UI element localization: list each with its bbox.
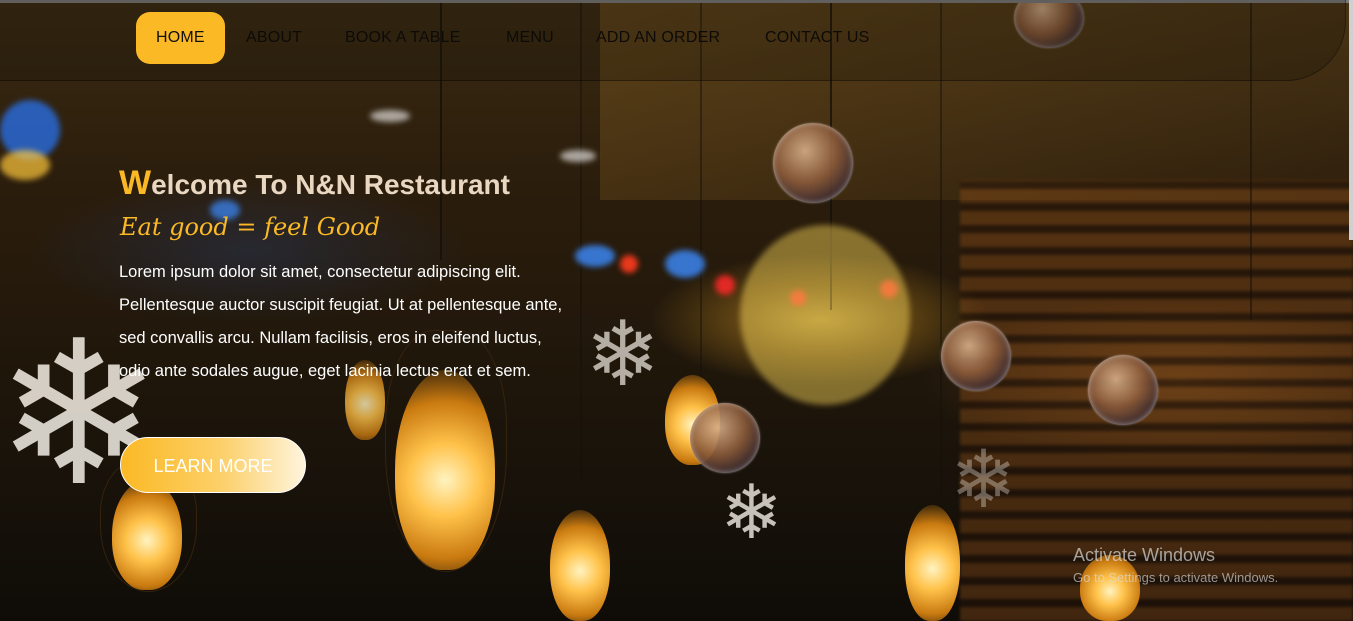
windows-activation-subtitle: Go to Settings to activate Windows. [1073, 570, 1279, 585]
snowflake-decoration: ❄ [950, 435, 1018, 524]
hero-title-first-letter: W [119, 164, 152, 202]
main-navigation: HOME ABOUT BOOK A TABLE MENU ADD AN ORDE… [0, 0, 1346, 81]
scrollbar[interactable] [1349, 0, 1353, 240]
floating-bubble [941, 321, 1011, 391]
nav-item-home[interactable]: HOME [136, 12, 225, 64]
hero-title-rest: elcome To N&N Restaurant [151, 169, 510, 200]
floating-bubble [690, 403, 760, 473]
floating-bubble [773, 123, 853, 203]
learn-more-button[interactable]: LEARN MORE [120, 437, 306, 493]
nav-item-about[interactable]: ABOUT [246, 12, 302, 64]
windows-activation-title: Activate Windows [1073, 545, 1216, 565]
bokeh-light [715, 275, 735, 295]
snowflake-decoration: ❄ [585, 305, 661, 405]
hero-description: Lorem ipsum dolor sit amet, consectetur … [119, 263, 563, 380]
hero-tagline: Eat good = feel Good [120, 213, 381, 241]
nav-item-contact-us[interactable]: CONTACT US [765, 12, 870, 64]
bokeh-light [740, 225, 910, 405]
bokeh-light [575, 245, 615, 267]
edison-bulb [550, 510, 610, 621]
bokeh-light [370, 110, 410, 122]
nav-item-menu[interactable]: MENU [506, 12, 554, 64]
bokeh-light [0, 150, 50, 180]
nav-item-book-a-table[interactable]: BOOK A TABLE [345, 12, 461, 64]
bokeh-light [665, 250, 705, 278]
bokeh-light [560, 150, 596, 162]
bokeh-light [620, 255, 638, 273]
nav-item-add-an-order[interactable]: ADD AN ORDER [596, 12, 720, 64]
hero-title: Welcome To N&N Restaurant [119, 164, 510, 203]
floating-bubble [1088, 355, 1158, 425]
snowflake-decoration: ❄ [720, 470, 783, 554]
